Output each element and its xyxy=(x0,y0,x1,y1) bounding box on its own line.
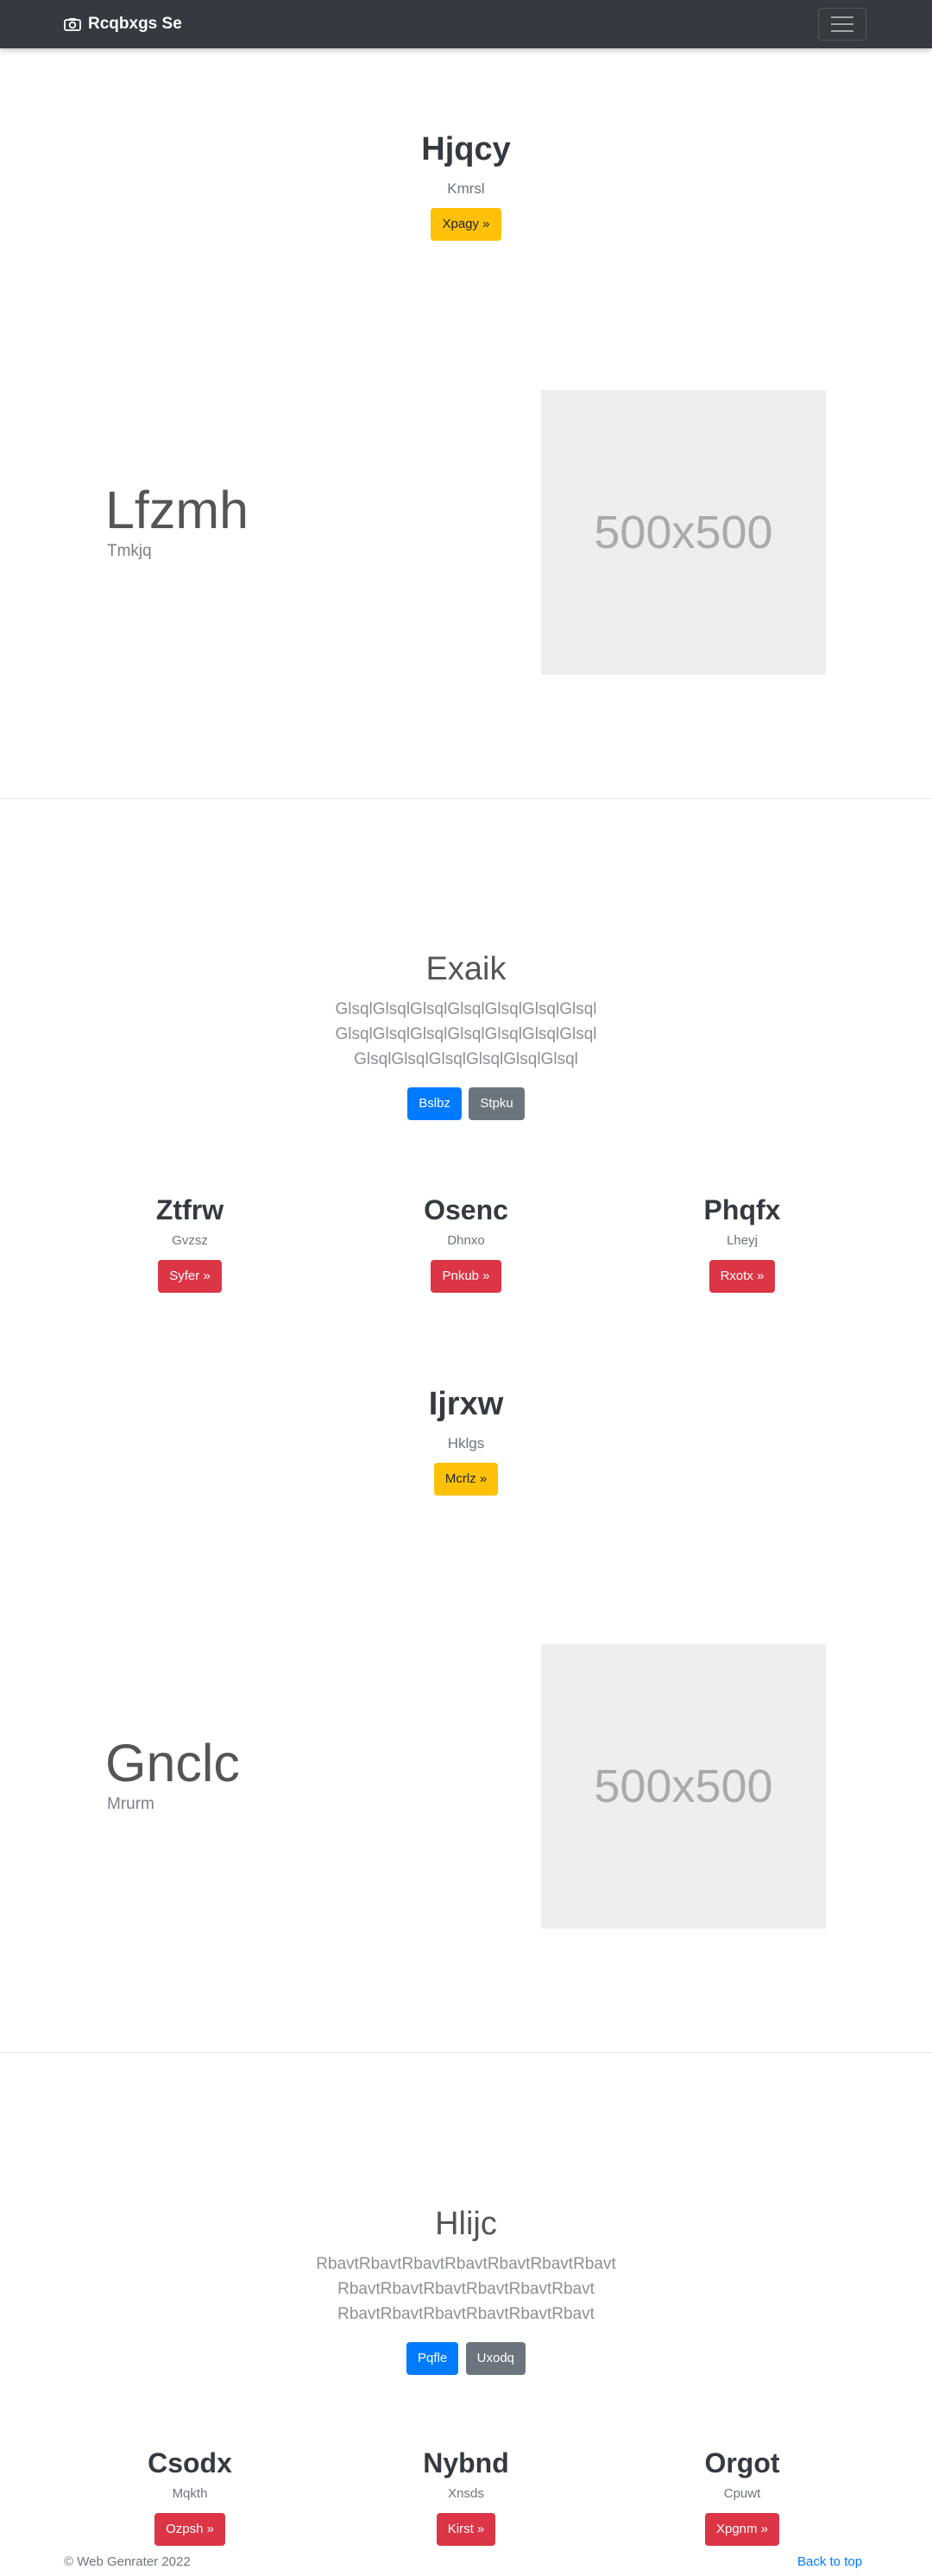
footer-copyright: © Web Genrater 2022 xyxy=(64,2554,191,2569)
hero-subtitle: Hklgs xyxy=(447,1435,485,1452)
section-text: RbavtRbavtRbavtRbavtRbavtRbavtRbavt Rbav… xyxy=(316,2255,616,2323)
camera-icon xyxy=(64,17,81,31)
feature-title: Lfzmh xyxy=(105,481,249,539)
brand-text: Rcqbxgs Se xyxy=(88,15,182,33)
feature-subtitle: Mrurm xyxy=(107,1795,154,1813)
hero-section-2: Ijrxw Hklgs Mcrlz » xyxy=(0,1386,932,1496)
column-3: Phqfx Lheyj Rxotx » xyxy=(587,1194,897,1293)
column-1: Ztfrw Gvzsz Syfer » xyxy=(35,1194,345,1293)
hero-section-1: Hjqcy Kmrsl Xpagy » xyxy=(0,131,932,241)
jumbotron-section-2: Hlijc RbavtRbavtRbavtRbavtRbavtRbavtRbav… xyxy=(0,2206,932,2375)
primary-button[interactable]: Bslbz xyxy=(407,1087,462,1120)
hamburger-icon xyxy=(831,16,853,32)
column-title: Nybnd xyxy=(423,2447,509,2478)
column-subtitle: Dhnxo xyxy=(447,1233,485,1248)
column-title: Csodx xyxy=(148,2447,232,2478)
jumbotron-section-1: Exaik GlsqlGlsqlGlsqlGlsqlGlsqlGlsqlGlsq… xyxy=(0,951,932,1120)
placeholder-label: 500x500 xyxy=(594,507,773,558)
placeholder-image: 500x500 xyxy=(541,390,826,675)
placeholder-label: 500x500 xyxy=(594,1760,773,1812)
column-button[interactable]: Kirst » xyxy=(436,2513,496,2546)
column-3: Orgot Cpuwt Xpgnm » xyxy=(587,2447,897,2546)
navbar-toggler-button[interactable] xyxy=(818,8,866,41)
secondary-button[interactable]: Stpku xyxy=(469,1087,525,1120)
column-subtitle: Cpuwt xyxy=(723,2486,761,2501)
navbar-brand[interactable]: Rcqbxgs Se xyxy=(64,12,182,36)
column-subtitle: Xnsds xyxy=(448,2486,484,2501)
feature-title: Gnclc xyxy=(105,1734,240,1792)
primary-button[interactable]: Pqfle xyxy=(406,2342,459,2375)
hero-button[interactable]: Xpagy » xyxy=(431,208,501,241)
column-1: Csodx Mqkth Ozpsh » xyxy=(35,2447,345,2546)
section-title: Exaik xyxy=(425,951,507,987)
divider xyxy=(0,798,932,799)
section-text: GlsqlGlsqlGlsqlGlsqlGlsqlGlsqlGlsql Glsq… xyxy=(335,1000,597,1068)
placeholder-image: 500x500 xyxy=(541,1644,826,1929)
secondary-button[interactable]: Uxodq xyxy=(465,2342,526,2375)
column-subtitle: Gvzsz xyxy=(172,1233,208,1248)
hero-subtitle: Kmrsl xyxy=(447,180,485,197)
column-title: Ztfrw xyxy=(155,1194,224,1225)
column-title: Orgot xyxy=(704,2447,780,2478)
column-subtitle: Lheyj xyxy=(727,1233,758,1248)
divider xyxy=(0,2052,932,2053)
column-2: Nybnd Xnsds Kirst » xyxy=(311,2447,621,2546)
column-2: Osenc Dhnxo Pnkub » xyxy=(311,1194,621,1293)
back-to-top-link[interactable]: Back to top xyxy=(797,2554,862,2569)
hero-title: Ijrxw xyxy=(428,1386,504,1422)
navbar: Rcqbxgs Se xyxy=(0,0,932,48)
column-title: Osenc xyxy=(424,1194,508,1225)
column-subtitle: Mqkth xyxy=(172,2486,208,2501)
column-button[interactable]: Ozpsh » xyxy=(154,2513,225,2546)
feature-subtitle: Tmkjq xyxy=(107,542,152,560)
column-button[interactable]: Syfer » xyxy=(158,1260,222,1293)
column-button[interactable]: Xpgnm » xyxy=(704,2513,780,2546)
hero-title: Hjqcy xyxy=(421,131,511,167)
column-title: Phqfx xyxy=(703,1194,781,1225)
section-title: Hlijc xyxy=(435,2206,497,2242)
hero-button[interactable]: Mcrlz » xyxy=(433,1463,499,1496)
column-button[interactable]: Pnkub » xyxy=(431,1260,501,1293)
column-button[interactable]: Rxotx » xyxy=(708,1260,776,1293)
